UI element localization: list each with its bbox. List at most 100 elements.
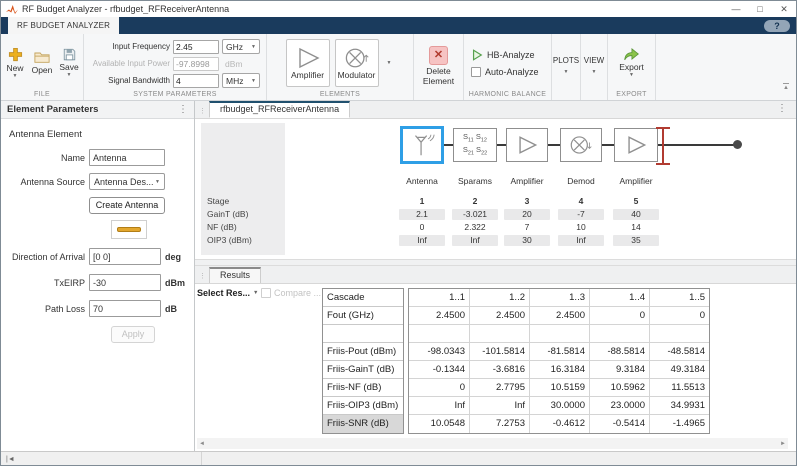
available-input-power-unit: dBm bbox=[225, 59, 242, 69]
row-header-friis-oip3[interactable]: Friis-OIP3 (dBm) bbox=[323, 397, 403, 415]
name-field[interactable]: Antenna bbox=[89, 149, 165, 166]
results-panel: ⋮ Results Select Res... ▼ Compare ... Ca… bbox=[195, 266, 796, 451]
new-dropdown-icon[interactable]: ▼ bbox=[13, 74, 18, 79]
direction-of-arrival-field[interactable]: [0 0] bbox=[89, 248, 161, 265]
stage-gaint-value: -3.021 bbox=[452, 209, 498, 220]
name-row: Name Antenna bbox=[1, 149, 195, 166]
save-dropdown-icon[interactable]: ▼ bbox=[67, 73, 72, 78]
stage-gaint-value: 2.1 bbox=[399, 209, 445, 220]
signal-bandwidth-unit-select[interactable]: MHz ▼ bbox=[222, 73, 260, 88]
maximize-icon[interactable]: □ bbox=[748, 1, 772, 17]
chain-end-node bbox=[733, 140, 742, 149]
results-data-table: 1..1 1..2 1..3 1..4 1..5 2.4500 2.4500 2… bbox=[408, 288, 710, 434]
results-corner-cell[interactable]: Cascade bbox=[323, 289, 403, 307]
antenna-source-select[interactable]: Antenna Des... ▼ bbox=[89, 173, 165, 190]
scroll-right-icon[interactable]: ► bbox=[780, 441, 786, 447]
apply-button[interactable]: Apply bbox=[111, 326, 155, 343]
toolstrip: New ▼ Open Save bbox=[1, 34, 796, 101]
input-frequency-field[interactable]: 2.45 bbox=[173, 40, 219, 54]
row-header-blank[interactable] bbox=[323, 325, 403, 343]
result-cell: -0.1344 bbox=[409, 361, 469, 379]
txeirp-unit: dBm bbox=[165, 278, 185, 288]
input-frequency-unit-select[interactable]: GHz ▼ bbox=[222, 39, 260, 54]
available-input-power-row: Available Input Power -97.8998 dBm bbox=[84, 56, 261, 71]
txeirp-field[interactable]: -30 bbox=[89, 274, 161, 291]
document-kebab-icon[interactable]: ⋮ bbox=[777, 104, 787, 114]
signal-bandwidth-unit: MHz bbox=[226, 76, 243, 86]
add-modulator-button[interactable]: Modulator bbox=[335, 39, 379, 87]
help-button[interactable]: ? bbox=[764, 20, 790, 32]
antenna-preview-button[interactable] bbox=[111, 220, 147, 239]
results-tab[interactable]: Results bbox=[209, 267, 261, 283]
elements-gallery-dropdown[interactable]: ▼ bbox=[384, 39, 395, 87]
column-header[interactable]: 1..5 bbox=[649, 289, 709, 307]
signal-bandwidth-field[interactable]: 4 bbox=[173, 74, 219, 88]
minimize-icon[interactable]: — bbox=[724, 1, 748, 17]
status-bar-divider bbox=[201, 452, 202, 466]
amplifier-label: Amplifier bbox=[291, 70, 324, 80]
result-cell: 30.0000 bbox=[529, 397, 589, 415]
signal-bandwidth-label: Signal Bandwidth bbox=[84, 76, 170, 85]
scroll-left-icon[interactable]: ◄ bbox=[199, 441, 205, 447]
column-header[interactable]: 1..2 bbox=[469, 289, 529, 307]
result-cell: 10.5962 bbox=[589, 379, 649, 397]
add-amplifier-button[interactable]: Amplifier bbox=[286, 39, 330, 87]
result-cell: 49.3184 bbox=[649, 361, 709, 379]
delete-section-label bbox=[414, 98, 463, 100]
column-header[interactable]: 1..4 bbox=[589, 289, 649, 307]
result-cell bbox=[529, 325, 589, 343]
hb-analyze-button[interactable]: HB-Analyze bbox=[471, 49, 551, 61]
block-amplifier-2[interactable] bbox=[614, 128, 658, 162]
auto-analyze-checkbox[interactable]: Auto-Analyze bbox=[471, 67, 551, 77]
result-cell: 9.3184 bbox=[589, 361, 649, 379]
open-button[interactable]: Open bbox=[29, 50, 55, 75]
marker-line bbox=[662, 127, 664, 165]
result-cell bbox=[589, 325, 649, 343]
input-frequency-unit: GHz bbox=[226, 42, 243, 52]
available-input-power-field: -97.8998 bbox=[173, 57, 219, 71]
panel-kebab-icon[interactable]: ⋮ bbox=[178, 105, 188, 115]
result-cell bbox=[409, 325, 469, 343]
output-probe-marker[interactable] bbox=[656, 127, 670, 165]
result-cell: -81.5814 bbox=[529, 343, 589, 361]
stage-column-2: 2 -3.021 2.322 Inf bbox=[449, 195, 501, 247]
column-header[interactable]: 1..3 bbox=[529, 289, 589, 307]
row-header-friis-nf[interactable]: Friis-NF (dB) bbox=[323, 379, 403, 397]
document-tab[interactable]: rfbudget_RFReceiverAntenna bbox=[209, 101, 350, 118]
create-antenna-button[interactable]: Create Antenna bbox=[89, 197, 165, 214]
compare-checkbox[interactable]: Compare ... bbox=[261, 288, 321, 298]
plots-button[interactable]: PLOTS ▼ bbox=[552, 34, 580, 100]
block-demod[interactable] bbox=[560, 128, 602, 162]
export-button[interactable]: Export ▼ bbox=[612, 47, 652, 78]
new-button[interactable]: New ▼ bbox=[2, 47, 28, 79]
result-cell: 10.0548 bbox=[409, 415, 469, 433]
tab-rf-budget-analyzer[interactable]: RF BUDGET ANALYZER bbox=[8, 17, 119, 34]
result-cell: -48.5814 bbox=[649, 343, 709, 361]
column-header[interactable]: 1..1 bbox=[409, 289, 469, 307]
results-splitter[interactable] bbox=[195, 259, 796, 266]
row-header-friis-gaint[interactable]: Friis-GainT (dB) bbox=[323, 361, 403, 379]
view-button[interactable]: VIEW ▼ bbox=[581, 34, 607, 100]
path-loss-field[interactable]: 70 bbox=[89, 300, 161, 317]
select-results-dropdown[interactable]: Select Res... ▼ bbox=[197, 288, 258, 298]
stage-nf-value: 10 bbox=[555, 221, 607, 234]
stage-nf-value: 0 bbox=[396, 221, 448, 234]
result-cell: 2.4500 bbox=[409, 307, 469, 325]
block-sparams[interactable]: S11 S12 S21 S22 bbox=[453, 128, 497, 162]
stage-nf-value: 2.322 bbox=[449, 221, 501, 234]
stage-oip3-value: Inf bbox=[558, 235, 604, 246]
row-header-friis-pout[interactable]: Friis-Pout (dBm) bbox=[323, 343, 403, 361]
section-system-parameters: Input Frequency 2.45 GHz ▼ Available Inp… bbox=[84, 34, 267, 100]
antenna-source-label: Antenna Source bbox=[1, 177, 85, 187]
row-header-fout[interactable]: Fout (GHz) bbox=[323, 307, 403, 325]
results-horizontal-scrollbar[interactable]: ◄ ► bbox=[197, 438, 788, 449]
collapse-toolstrip-icon[interactable]: ▲ bbox=[783, 83, 789, 91]
block-antenna[interactable] bbox=[400, 126, 444, 164]
block-amplifier-1[interactable] bbox=[506, 128, 548, 162]
row-header-friis-snr[interactable]: Friis-SNR (dB) bbox=[323, 415, 403, 433]
save-button[interactable]: Save ▼ bbox=[56, 48, 82, 78]
close-icon[interactable]: ✕ bbox=[772, 1, 796, 17]
delete-element-button[interactable]: ✕ Delete Element bbox=[416, 46, 462, 87]
status-anchor-icon[interactable]: |◄ bbox=[6, 456, 15, 463]
block-label-amplifier-2: Amplifier bbox=[604, 176, 668, 186]
